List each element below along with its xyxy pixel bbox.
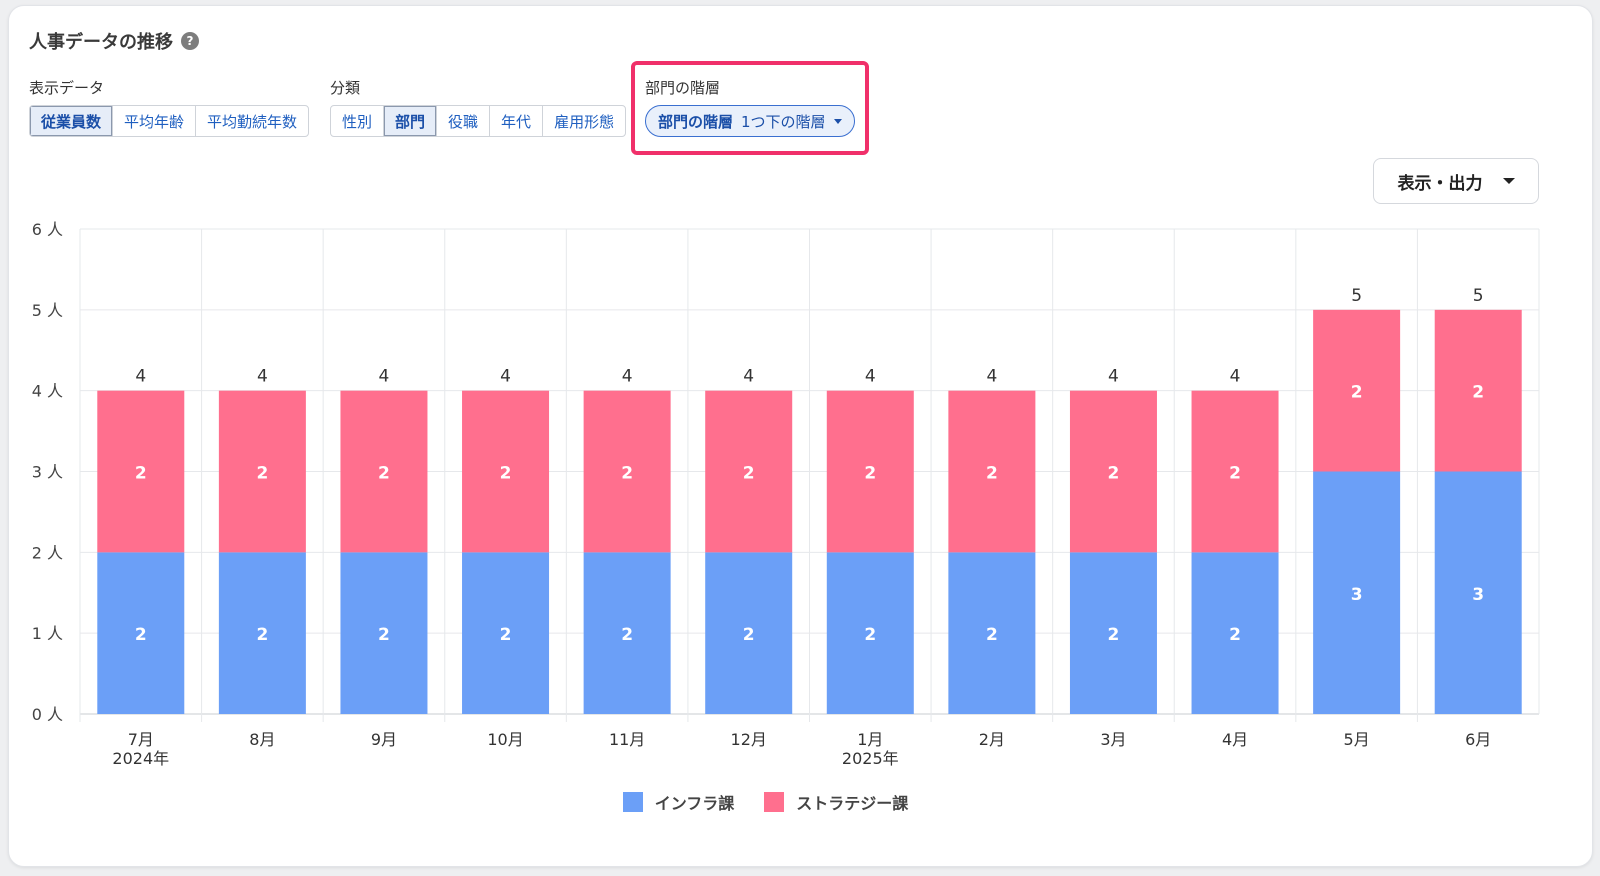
bar-value-label: 2 [378, 625, 390, 645]
y-tick-label: 0 人 [32, 705, 63, 724]
x-tick-label: 2月 [979, 730, 1005, 749]
bar-value-label: 2 [135, 464, 147, 484]
bar-total-label: 4 [865, 367, 876, 387]
x-tick-label: 4月 [1222, 730, 1248, 749]
bar-value-label: 2 [256, 464, 268, 484]
x-tick-label: 1月 [857, 730, 883, 749]
y-tick-label: 4 人 [32, 382, 63, 401]
bar-value-label: 3 [1351, 585, 1363, 605]
bar-value-label: 2 [135, 625, 147, 645]
y-tick-label: 3 人 [32, 463, 63, 482]
bar-value-label: 2 [864, 625, 876, 645]
bar-total-label: 4 [986, 367, 997, 387]
y-tick-label: 1 人 [32, 624, 63, 643]
bar-value-label: 2 [378, 464, 390, 484]
x-tick-label: 6月 [1465, 730, 1491, 749]
bar-value-label: 2 [1229, 625, 1241, 645]
chart-legend: インフラ課 ストラテジー課 [9, 790, 1592, 814]
x-tick-label: 3月 [1100, 730, 1126, 749]
x-tick-label: 8月 [249, 730, 275, 749]
bar-value-label: 2 [500, 625, 512, 645]
bar-value-label: 2 [1351, 383, 1363, 403]
legend-swatch-infra [622, 792, 643, 812]
bar-total-label: 4 [379, 367, 390, 387]
legend-label-infra: インフラ課 [654, 794, 735, 813]
stacked-bar-chart: 0 人 1 人 2 人 3 人 4 人 5 人 6 人 2 2 4 7月2024年 2 2 4 8月 2 2 4 9… [32, 220, 1540, 768]
y-tick-label: 6 人 [32, 220, 63, 239]
x-year-label: 2024年 [112, 749, 169, 768]
x-tick-label: 11月 [609, 730, 645, 749]
bar-total-label: 4 [135, 367, 146, 387]
x-tick-label: 9月 [371, 730, 397, 749]
legend-label-strategy: ストラテジー課 [796, 794, 909, 813]
bar-value-label: 2 [1108, 625, 1120, 645]
bar-total-label: 4 [500, 367, 511, 387]
bar-value-label: 2 [500, 464, 512, 484]
bar-total-label: 4 [1108, 367, 1119, 387]
y-tick-label: 5 人 [32, 301, 63, 320]
bar-total-label: 4 [1230, 367, 1241, 387]
x-tick-label: 12月 [731, 730, 767, 749]
y-tick-label: 2 人 [32, 543, 63, 562]
bar-value-label: 2 [621, 625, 633, 645]
x-tick-label: 7月 [128, 730, 154, 749]
hr-data-trend-card: 人事データの推移 ? 表示データ 従業員数 平均年齢 平均勤続年数 分類 性別 … [8, 5, 1593, 867]
bar-value-label: 2 [1229, 464, 1241, 484]
bar-value-label: 2 [621, 464, 633, 484]
bar-value-label: 2 [743, 464, 755, 484]
bar-value-label: 2 [1108, 464, 1120, 484]
x-year-label: 2025年 [842, 749, 899, 768]
bar-value-label: 2 [864, 464, 876, 484]
bar-value-label: 2 [256, 625, 268, 645]
x-tick-label: 5月 [1344, 730, 1370, 749]
legend-swatch-strategy [764, 792, 785, 812]
bar-total-label: 4 [257, 367, 268, 387]
x-tick-label: 10月 [487, 730, 523, 749]
bar-total-label: 5 [1473, 286, 1484, 306]
bar-value-label: 2 [986, 625, 998, 645]
bar-value-label: 2 [743, 625, 755, 645]
bar-value-label: 2 [986, 464, 998, 484]
bar-value-label: 2 [1472, 383, 1484, 403]
bar-total-label: 4 [743, 367, 754, 387]
bar-value-label: 3 [1472, 585, 1484, 605]
bar-total-label: 4 [622, 367, 633, 387]
bar-total-label: 5 [1351, 286, 1362, 306]
legend-item-infra[interactable]: インフラ課 [622, 790, 735, 814]
legend-item-strategy[interactable]: ストラテジー課 [764, 790, 908, 814]
